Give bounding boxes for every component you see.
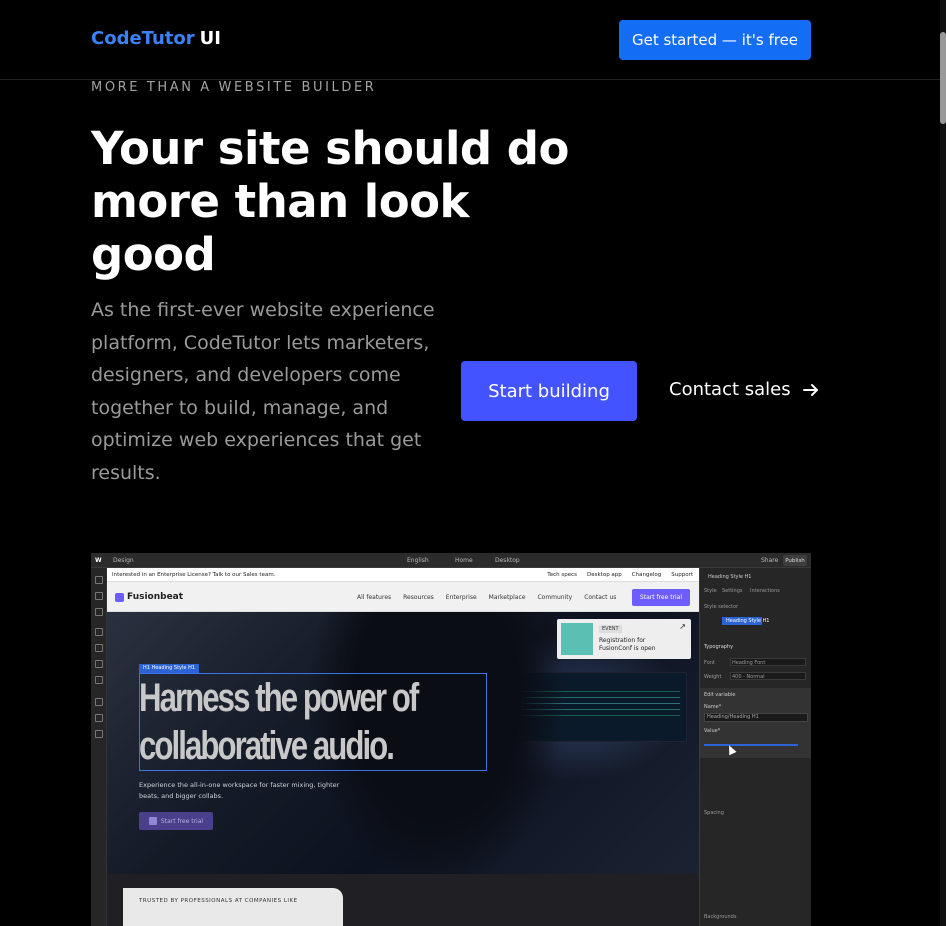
- logo-suffix: UI: [199, 28, 221, 49]
- navigator-icon: [95, 608, 103, 616]
- hero-description: As the first-ever website experience pla…: [91, 299, 435, 484]
- nav-link: Marketplace: [488, 594, 526, 601]
- panel-element-name: Heading Style H1: [708, 574, 752, 580]
- webflow-logo-icon: W: [95, 557, 102, 564]
- promo-link: Desktop app: [587, 572, 622, 578]
- panel-backgrounds: Backgrounds: [704, 914, 737, 920]
- hero-eyebrow: MORE THAN A WEBSITE BUILDER: [91, 80, 377, 95]
- designer-left-toolbar: [91, 568, 107, 926]
- designer-page: Home: [455, 557, 473, 564]
- add-icon: [95, 576, 103, 584]
- variable-value-label: Value*: [704, 728, 721, 734]
- hero-title: Your site should do more than look good: [91, 122, 569, 281]
- panel-font-value: Heading Font: [732, 660, 766, 666]
- panel-style-selector: Style selector: [704, 604, 739, 610]
- contact-sales-label: Contact sales: [669, 379, 791, 400]
- designer-locale: English: [407, 557, 429, 564]
- cms-icon: [95, 714, 103, 722]
- fusionbeat-logo: Fusionbeat: [115, 592, 183, 602]
- logo-brand: CodeTutor: [91, 28, 195, 49]
- promo-links: Tech specs Desktop app Changelog Support: [547, 572, 693, 578]
- event-tag: EVENT: [599, 625, 622, 633]
- trusted-text: TRUSTED BY PROFESSIONALS AT COMPANIES LI…: [139, 898, 298, 904]
- variable-name-label: Name*: [704, 704, 722, 710]
- pages-icon: [95, 592, 103, 600]
- nav-link: Enterprise: [445, 594, 477, 601]
- get-started-button[interactable]: Get started — it's free: [619, 20, 811, 60]
- promo-link: Changelog: [631, 572, 662, 578]
- panel-tab-settings: Settings: [722, 588, 743, 594]
- selection-label: H1 Heading Style H1: [139, 664, 200, 673]
- promo-link: Support: [671, 572, 693, 578]
- panel-weight-label: Weight: [704, 674, 722, 680]
- panel-tab-style: Style: [704, 588, 717, 594]
- nav-link: Community: [537, 594, 573, 601]
- promo-bar: Interested in an Enterprise License? Tal…: [107, 568, 699, 582]
- nav-link: Resources: [403, 594, 434, 601]
- arrow-right-icon: [802, 383, 818, 396]
- waveform-icon: [148, 817, 157, 825]
- fusionbeat-nav: Fusionbeat All features Resources Enterp…: [107, 582, 699, 612]
- designer-canvas: Interested in an Enterprise License? Tal…: [107, 568, 699, 926]
- designer-publish: Publish: [783, 555, 807, 566]
- event-card: EVENT Registration for FusionConf is ope…: [557, 619, 691, 659]
- designer-breakpoint: Desktop: [495, 557, 520, 564]
- fusionbeat-hero-image: EVENT Registration for FusionConf is ope…: [107, 612, 699, 874]
- nav-link: Contact us: [584, 594, 617, 601]
- panel-spacing: Spacing: [704, 810, 724, 816]
- fusionbeat-hero-button-label: Start free trial: [160, 817, 204, 825]
- fusionbeat-nav-links: All features Resources Enterprise Market…: [357, 594, 616, 601]
- fusionbeat-mark-icon: [115, 592, 124, 602]
- edit-variable-popover: Edit variable Name* Heading/Heading H1 V…: [700, 688, 811, 758]
- audit-icon: [95, 730, 103, 738]
- logo[interactable]: CodeTutor UI: [91, 28, 221, 49]
- promo-link: Tech specs: [547, 572, 577, 578]
- panel-font-label: Font: [704, 660, 715, 666]
- designer-topbar: W Design English Home Desktop Share Publ…: [91, 553, 811, 568]
- assets-icon: [95, 676, 103, 684]
- style-panel: Heading Style H1 Style Settings Interact…: [699, 568, 811, 926]
- variable-name-input: Heading/Heading H1: [704, 713, 808, 722]
- designer-mode: Design: [113, 557, 134, 564]
- components-icon: [95, 628, 103, 636]
- trusted-panel: [123, 888, 343, 926]
- contact-sales-link[interactable]: Contact sales: [669, 379, 821, 400]
- external-arrow-icon: ↗: [679, 622, 686, 631]
- variable-value-slider: [704, 744, 798, 746]
- fusionbeat-headline: Harness the power of collaborative audio…: [139, 676, 419, 768]
- event-text: Registration for FusionConf is open: [599, 637, 656, 652]
- apps-icon: [95, 698, 103, 706]
- designer-share: Share: [761, 557, 779, 564]
- start-building-button[interactable]: Start building: [461, 361, 637, 421]
- scrollbar-thumb[interactable]: [940, 32, 946, 124]
- styles-icon: [95, 660, 103, 668]
- panel-weight-value: 400 - Normal: [732, 674, 765, 680]
- panel-selected-class-label: Heading Style H1: [726, 618, 770, 624]
- variables-icon: [95, 644, 103, 652]
- event-thumbnail: [561, 623, 593, 655]
- panel-tab-interactions: Interactions: [750, 588, 780, 594]
- promo-text: Interested in an Enterprise License? Tal…: [112, 572, 276, 578]
- fusionbeat-subtext: Experience the all-in-one workspace for …: [139, 781, 340, 800]
- edit-variable-title: Edit variable: [704, 692, 736, 698]
- fusionbeat-brand: Fusionbeat: [127, 592, 184, 602]
- site-header: CodeTutor UI Get started — it's free: [0, 0, 940, 80]
- product-screenshot: W Design English Home Desktop Share Publ…: [91, 553, 811, 926]
- fusionbeat-hero-button: Start free trial: [139, 812, 213, 830]
- nav-link: All features: [357, 594, 392, 601]
- page-scrollbar[interactable]: [940, 0, 946, 926]
- fusionbeat-trial-button: Start free trial: [632, 589, 690, 606]
- panel-typography: Typography: [704, 644, 734, 650]
